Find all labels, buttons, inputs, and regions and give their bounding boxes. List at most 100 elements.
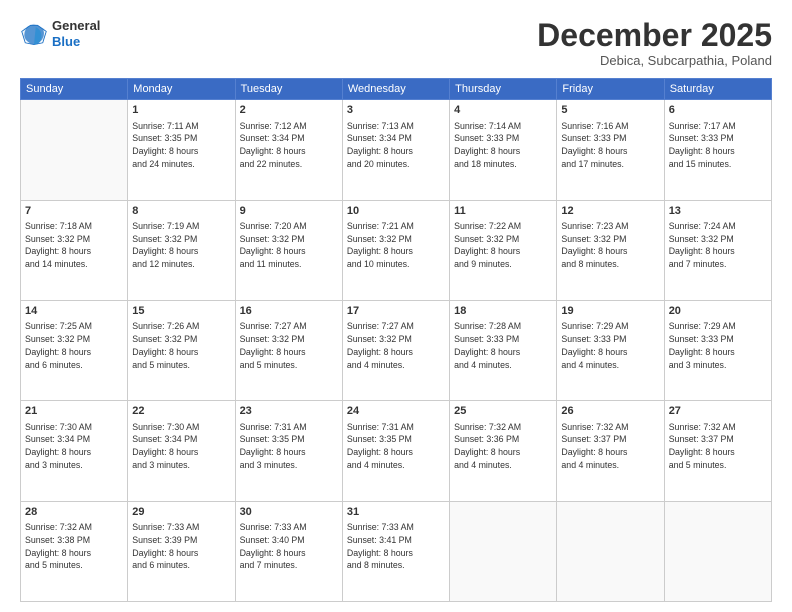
day-number: 15 <box>132 304 230 319</box>
day-info: Sunrise: 7:24 AM Sunset: 3:32 PM Dayligh… <box>669 220 767 271</box>
header-tuesday: Tuesday <box>235 79 342 100</box>
table-row <box>664 501 771 601</box>
table-row: 15Sunrise: 7:26 AM Sunset: 3:32 PM Dayli… <box>128 300 235 400</box>
logo-general: General <box>52 18 100 34</box>
day-info: Sunrise: 7:26 AM Sunset: 3:32 PM Dayligh… <box>132 320 230 371</box>
table-row: 3 Sunrise: 7:13 AM Sunset: 3:34 PM Daylig… <box>342 100 449 200</box>
table-row: 12Sunrise: 7:23 AM Sunset: 3:32 PM Dayli… <box>557 200 664 300</box>
calendar-week-row: 1Sunrise: 7:11 AM Sunset: 3:35 PM Daylig… <box>21 100 772 200</box>
table-row: 27 Sunrise: 7:32 AM Sunset: 3:37 PM Dayli… <box>664 401 771 501</box>
header-saturday: Saturday <box>664 79 771 100</box>
table-row: 2 Sunrise: 7:12 AM Sunset: 3:34 PM Daylig… <box>235 100 342 200</box>
table-row: 24Sunrise: 7:31 AM Sunset: 3:35 PM Dayli… <box>342 401 449 501</box>
day-info: Sunrise: 7:22 AM Sunset: 3:32 PM Dayligh… <box>454 220 552 271</box>
table-row: 11Sunrise: 7:22 AM Sunset: 3:32 PM Dayli… <box>450 200 557 300</box>
day-number: 1 <box>132 103 230 118</box>
day-number: 16 <box>240 304 338 319</box>
day-number: 5 <box>561 103 659 118</box>
day-number: 21 <box>25 404 123 419</box>
table-row: 14Sunrise: 7:25 AM Sunset: 3:32 PM Dayli… <box>21 300 128 400</box>
header-thursday: Thursday <box>450 79 557 100</box>
day-number: 27 <box>669 404 767 419</box>
month-title: December 2025 <box>537 18 772 53</box>
day-number: 25 <box>454 404 552 419</box>
day-number: 28 <box>25 505 123 520</box>
table-row: 20Sunrise: 7:29 AM Sunset: 3:33 PM Dayli… <box>664 300 771 400</box>
day-number: 2 <box>240 103 338 118</box>
day-info: Sunrise: 7:32 AM Sunset: 3:37 PM Dayligh… <box>561 421 659 472</box>
day-number: 8 <box>132 204 230 219</box>
day-number: 10 <box>347 204 445 219</box>
day-number: 26 <box>561 404 659 419</box>
table-row: 1Sunrise: 7:11 AM Sunset: 3:35 PM Daylig… <box>128 100 235 200</box>
logo-text: General Blue <box>52 18 100 49</box>
logo-blue: Blue <box>52 34 100 50</box>
header-wednesday: Wednesday <box>342 79 449 100</box>
logo-icon <box>20 20 48 48</box>
day-info: Sunrise: 7:33 AM Sunset: 3:39 PM Dayligh… <box>132 521 230 572</box>
day-info: Sunrise: 7:23 AM Sunset: 3:32 PM Dayligh… <box>561 220 659 271</box>
day-info: Sunrise: 7:28 AM Sunset: 3:33 PM Dayligh… <box>454 320 552 371</box>
day-info: Sunrise: 7:21 AM Sunset: 3:32 PM Dayligh… <box>347 220 445 271</box>
day-info: Sunrise: 7:20 AM Sunset: 3:32 PM Dayligh… <box>240 220 338 271</box>
day-info: Sunrise: 7:33 AM Sunset: 3:40 PM Dayligh… <box>240 521 338 572</box>
day-number: 13 <box>669 204 767 219</box>
day-info: Sunrise: 7:29 AM Sunset: 3:33 PM Dayligh… <box>669 320 767 371</box>
day-info: Sunrise: 7:32 AM Sunset: 3:37 PM Dayligh… <box>669 421 767 472</box>
table-row: 16Sunrise: 7:27 AM Sunset: 3:32 PM Dayli… <box>235 300 342 400</box>
page: General Blue December 2025 Debica, Subca… <box>0 0 792 612</box>
calendar: Sunday Monday Tuesday Wednesday Thursday… <box>20 78 772 602</box>
table-row: 5 Sunrise: 7:16 AM Sunset: 3:33 PM Daylig… <box>557 100 664 200</box>
day-info: Sunrise: 7:27 AM Sunset: 3:32 PM Dayligh… <box>240 320 338 371</box>
table-row: 10Sunrise: 7:21 AM Sunset: 3:32 PM Dayli… <box>342 200 449 300</box>
table-row: 13Sunrise: 7:24 AM Sunset: 3:32 PM Dayli… <box>664 200 771 300</box>
table-row <box>557 501 664 601</box>
day-number: 3 <box>347 103 445 118</box>
table-row: 6Sunrise: 7:17 AM Sunset: 3:33 PM Daylig… <box>664 100 771 200</box>
header: General Blue December 2025 Debica, Subca… <box>20 18 772 68</box>
table-row: 28Sunrise: 7:32 AM Sunset: 3:38 PM Dayli… <box>21 501 128 601</box>
day-info: Sunrise: 7:31 AM Sunset: 3:35 PM Dayligh… <box>240 421 338 472</box>
day-info: Sunrise: 7:25 AM Sunset: 3:32 PM Dayligh… <box>25 320 123 371</box>
table-row: 29Sunrise: 7:33 AM Sunset: 3:39 PM Dayli… <box>128 501 235 601</box>
day-info: Sunrise: 7:14 AM Sunset: 3:33 PM Dayligh… <box>454 120 552 171</box>
table-row: 25Sunrise: 7:32 AM Sunset: 3:36 PM Dayli… <box>450 401 557 501</box>
calendar-week-row: 14Sunrise: 7:25 AM Sunset: 3:32 PM Dayli… <box>21 300 772 400</box>
table-row: 17Sunrise: 7:27 AM Sunset: 3:32 PM Dayli… <box>342 300 449 400</box>
day-info: Sunrise: 7:17 AM Sunset: 3:33 PM Dayligh… <box>669 120 767 171</box>
day-number: 14 <box>25 304 123 319</box>
title-block: December 2025 Debica, Subcarpathia, Pola… <box>537 18 772 68</box>
header-friday: Friday <box>557 79 664 100</box>
table-row: 9Sunrise: 7:20 AM Sunset: 3:32 PM Daylig… <box>235 200 342 300</box>
day-number: 12 <box>561 204 659 219</box>
day-info: Sunrise: 7:27 AM Sunset: 3:32 PM Dayligh… <box>347 320 445 371</box>
logo: General Blue <box>20 18 100 49</box>
calendar-week-row: 7Sunrise: 7:18 AM Sunset: 3:32 PM Daylig… <box>21 200 772 300</box>
table-row: 19Sunrise: 7:29 AM Sunset: 3:33 PM Dayli… <box>557 300 664 400</box>
table-row <box>450 501 557 601</box>
table-row: 31Sunrise: 7:33 AM Sunset: 3:41 PM Dayli… <box>342 501 449 601</box>
table-row: 23 Sunrise: 7:31 AM Sunset: 3:35 PM Dayli… <box>235 401 342 501</box>
day-info: Sunrise: 7:12 AM Sunset: 3:34 PM Dayligh… <box>240 120 338 171</box>
table-row: 4 Sunrise: 7:14 AM Sunset: 3:33 PM Daylig… <box>450 100 557 200</box>
day-number: 18 <box>454 304 552 319</box>
table-row: 21Sunrise: 7:30 AM Sunset: 3:34 PM Dayli… <box>21 401 128 501</box>
table-row: 22Sunrise: 7:30 AM Sunset: 3:34 PM Dayli… <box>128 401 235 501</box>
day-info: Sunrise: 7:31 AM Sunset: 3:35 PM Dayligh… <box>347 421 445 472</box>
day-number: 23 <box>240 404 338 419</box>
table-row: 30Sunrise: 7:33 AM Sunset: 3:40 PM Dayli… <box>235 501 342 601</box>
day-info: Sunrise: 7:13 AM Sunset: 3:34 PM Dayligh… <box>347 120 445 171</box>
table-row: 26 Sunrise: 7:32 AM Sunset: 3:37 PM Dayli… <box>557 401 664 501</box>
table-row: 7Sunrise: 7:18 AM Sunset: 3:32 PM Daylig… <box>21 200 128 300</box>
day-number: 9 <box>240 204 338 219</box>
day-number: 4 <box>454 103 552 118</box>
day-number: 30 <box>240 505 338 520</box>
day-info: Sunrise: 7:18 AM Sunset: 3:32 PM Dayligh… <box>25 220 123 271</box>
day-info: Sunrise: 7:16 AM Sunset: 3:33 PM Dayligh… <box>561 120 659 171</box>
day-number: 29 <box>132 505 230 520</box>
header-monday: Monday <box>128 79 235 100</box>
day-info: Sunrise: 7:30 AM Sunset: 3:34 PM Dayligh… <box>132 421 230 472</box>
header-sunday: Sunday <box>21 79 128 100</box>
calendar-week-row: 21 Sunrise: 7:30 AM Sunset: 3:34 PM Dayli… <box>21 401 772 501</box>
calendar-week-row: 28Sunrise: 7:32 AM Sunset: 3:38 PM Dayli… <box>21 501 772 601</box>
